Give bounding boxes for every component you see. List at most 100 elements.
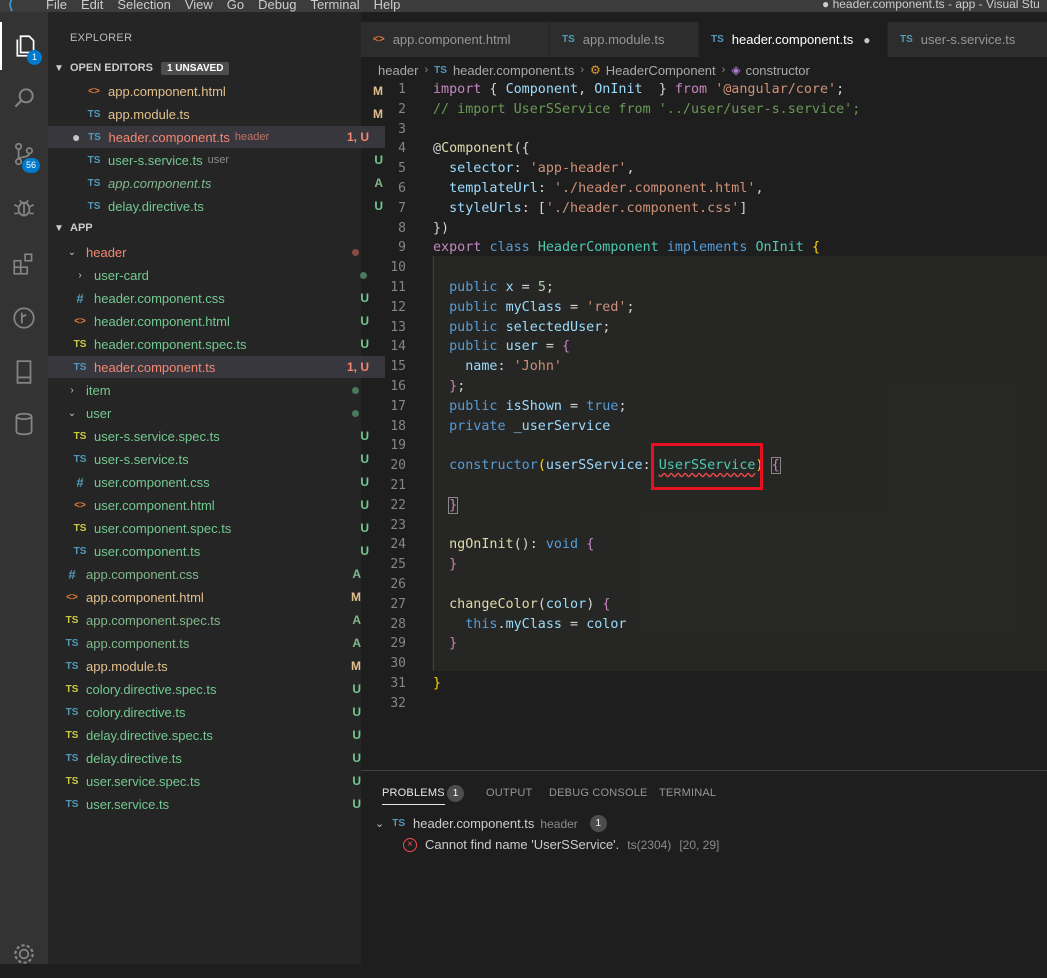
line-number: 8 xyxy=(398,220,406,236)
tree-file[interactable]: TS app.component.spec.ts A xyxy=(48,609,377,631)
database-activity-button[interactable] xyxy=(0,400,48,448)
line-number: 4 xyxy=(398,141,406,157)
tab-app-module-ts[interactable]: TS app.module.ts xyxy=(550,22,699,57)
open-editor-item[interactable]: <> app.component.html M xyxy=(48,80,399,102)
code-line: } xyxy=(433,676,442,691)
tab-user-s-service-ts[interactable]: TS user-s.service.ts xyxy=(888,22,1047,57)
status-dot xyxy=(352,409,359,417)
tab-problems[interactable]: PROBLEMS xyxy=(382,787,445,805)
code-line: selector: 'app-header', xyxy=(433,161,635,177)
line-number: 11 xyxy=(390,280,406,295)
extensions-activity-button[interactable] xyxy=(0,240,48,288)
menu-edit[interactable]: Edit xyxy=(81,0,103,12)
typescript-spec-file-icon: TS xyxy=(65,683,79,695)
problem-item[interactable]: × Cannot find name 'UserSService'. ts(23… xyxy=(403,837,719,852)
menu-file[interactable]: File xyxy=(46,0,67,12)
unsaved-dot-icon[interactable]: ● xyxy=(863,33,870,47)
tree-file[interactable]: <> header.component.html U xyxy=(48,310,385,332)
tab-terminal[interactable]: TERMINAL xyxy=(659,787,716,799)
typescript-file-icon: TS xyxy=(900,34,913,45)
open-editor-item[interactable]: TS app.component.ts A xyxy=(48,172,399,194)
code-editor[interactable]: 1 2 3 4 5 6 7 8 9 10 11 12 13 14 15 16 1… xyxy=(361,78,1047,768)
breadcrumb: header › TS header.component.ts › ⚙ Head… xyxy=(378,60,810,80)
bottom-panel: PROBLEMS 1 OUTPUT DEBUG CONSOLE TERMINAL… xyxy=(361,770,1047,965)
code-line: public x = 5; xyxy=(433,280,554,295)
search-activity-button[interactable] xyxy=(0,74,48,122)
git-graph-activity-button[interactable] xyxy=(0,294,48,342)
tree-folder-item[interactable]: › item xyxy=(48,379,377,401)
chevron-right-icon: › xyxy=(580,64,585,76)
unsaved-dot-icon[interactable]: ● xyxy=(72,129,80,145)
tree-file[interactable]: # app.component.css A xyxy=(48,563,377,585)
code-line: this.myClass = color xyxy=(465,616,627,632)
tree-file[interactable]: TS app.component.ts A xyxy=(48,632,377,654)
tree-file[interactable]: <> app.component.html M xyxy=(48,586,377,608)
breadcrumb-class[interactable]: HeaderComponent xyxy=(606,63,716,78)
line-number: 26 xyxy=(390,577,406,592)
line-number: 28 xyxy=(390,616,406,632)
tree-file-selected[interactable]: TS header.component.ts 1, U xyxy=(48,356,385,378)
tree-folder-user-card[interactable]: › user-card xyxy=(48,264,385,286)
typescript-file-icon: TS xyxy=(392,818,405,829)
tree-file[interactable]: TS colory.directive.ts U xyxy=(48,701,377,723)
menu-terminal[interactable]: Terminal xyxy=(310,0,359,12)
code-line: styleUrls: ['./header.component.css'] xyxy=(433,200,748,216)
typescript-file-icon: TS xyxy=(65,752,79,764)
tab-header-component-ts[interactable]: TS header.component.ts ● xyxy=(699,22,888,57)
tab-debug-console[interactable]: DEBUG CONSOLE xyxy=(549,787,648,799)
chevron-right-icon: › xyxy=(721,64,726,76)
line-number: 31 xyxy=(390,676,406,691)
settings-activity-button[interactable] xyxy=(0,930,48,978)
device-activity-button[interactable] xyxy=(0,348,48,396)
tree-file[interactable]: TS user-s.service.ts U xyxy=(48,448,385,470)
tree-file[interactable]: TS user.service.spec.ts U xyxy=(48,770,377,792)
problem-file-group[interactable]: ⌄ TS header.component.ts header 1 xyxy=(375,815,607,832)
menu-go[interactable]: Go xyxy=(227,0,244,12)
menu-help[interactable]: Help xyxy=(374,0,401,12)
tree-file[interactable]: TS delay.directive.ts U xyxy=(48,747,377,769)
line-number: 17 xyxy=(390,398,406,414)
app-folder-header[interactable]: ▼ APP xyxy=(48,217,361,239)
typescript-file-icon: TS xyxy=(87,200,101,212)
breadcrumb-method[interactable]: constructor xyxy=(746,63,810,78)
tree-folder-header[interactable]: ⌄ header xyxy=(48,241,377,263)
chevron-down-icon: ⌄ xyxy=(375,818,385,830)
open-editor-item[interactable]: TS user-s.service.ts user U xyxy=(48,149,399,171)
menu-view[interactable]: View xyxy=(185,0,213,12)
line-number: 32 xyxy=(390,695,406,711)
source-control-activity-button[interactable]: 56 xyxy=(0,130,48,178)
typescript-file-icon: TS xyxy=(434,64,447,76)
file-problem-count: 1 xyxy=(589,815,607,832)
tree-file[interactable]: TS colory.directive.spec.ts U xyxy=(48,678,377,700)
editor-tabs: <> app.component.html TS app.module.ts T… xyxy=(361,22,1047,57)
tree-file[interactable]: # header.component.css U xyxy=(48,287,385,309)
open-editor-item[interactable]: TS app.module.ts M xyxy=(48,103,399,125)
code-line: private _userService xyxy=(433,418,611,434)
tree-file[interactable]: TS delay.directive.spec.ts U xyxy=(48,724,377,746)
debug-activity-button[interactable] xyxy=(0,184,48,232)
breadcrumb-folder[interactable]: header xyxy=(378,63,418,78)
menu-debug[interactable]: Debug xyxy=(258,0,296,12)
tree-folder-user[interactable]: ⌄ user xyxy=(48,402,377,424)
tree-file[interactable]: TS user.component.spec.ts U xyxy=(48,517,385,539)
typescript-file-icon: TS xyxy=(73,453,87,465)
tree-file[interactable]: TS user.service.ts U xyxy=(48,793,377,815)
open-editor-item[interactable]: ● TS header.component.ts header 1, U xyxy=(48,126,385,148)
menu-selection[interactable]: Selection xyxy=(117,0,170,12)
chevron-down-icon: ⌄ xyxy=(67,246,77,258)
vscode-logo-icon: ⟨ xyxy=(8,0,14,12)
tree-file[interactable]: <> user.component.html U xyxy=(48,494,385,516)
tree-file[interactable]: TS app.module.ts M xyxy=(48,655,377,677)
tree-file[interactable]: TS header.component.spec.ts U xyxy=(48,333,385,355)
tree-file[interactable]: # user.component.css U xyxy=(48,471,385,493)
open-editor-item[interactable]: TS delay.directive.ts U xyxy=(48,195,399,217)
tab-app-component-html[interactable]: <> app.component.html xyxy=(361,22,550,57)
tree-file[interactable]: TS user-s.service.spec.ts U xyxy=(48,425,385,447)
tab-output[interactable]: OUTPUT xyxy=(486,787,532,799)
tree-file[interactable]: TS user.component.ts U xyxy=(48,540,385,562)
breadcrumb-file[interactable]: header.component.ts xyxy=(453,63,574,78)
explorer-activity-button[interactable]: 1 xyxy=(0,22,50,70)
typescript-file-icon: TS xyxy=(562,34,575,45)
open-editors-header[interactable]: ▼ OPEN EDITORS 1 UNSAVED xyxy=(48,57,361,79)
explorer-sidebar: EXPLORER ▼ OPEN EDITORS 1 UNSAVED <> app… xyxy=(48,12,385,964)
